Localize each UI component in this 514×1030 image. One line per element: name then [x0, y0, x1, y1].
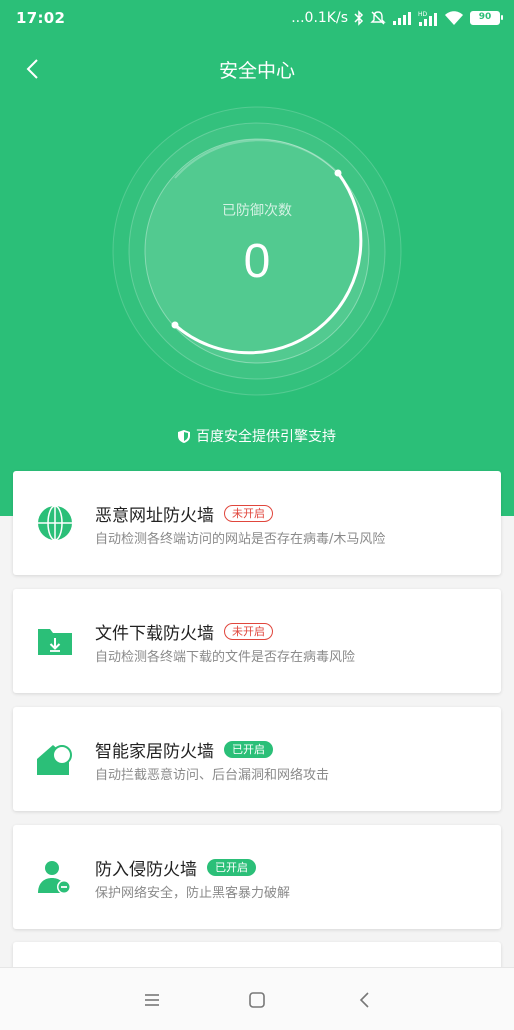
card-description: 保护网络安全，防止黑客暴力破解	[95, 886, 291, 901]
status-time: 17:02	[16, 9, 66, 27]
card-title-row: 智能家居防火墙 已开启	[95, 737, 273, 762]
network-speed: ...0.1K/s	[291, 10, 348, 26]
provider-note: 百度安全提供引擎支持	[0, 426, 514, 446]
system-nav-bar	[0, 967, 514, 1030]
card-description: 自动拦截恶意访问、后台漏洞和网络攻击	[95, 768, 330, 783]
card-title: 智能家居防火墙	[95, 742, 214, 762]
folder-download-icon	[38, 629, 72, 655]
home-icon	[249, 992, 265, 1008]
page-title: 安全中心	[218, 60, 295, 82]
card-description: 自动检测各终端访问的网站是否存在病毒/木马风险	[95, 532, 386, 547]
card-malicious-url-firewall[interactable]: 恶意网址防火墙 未开启 自动检测各终端访问的网站是否存在病毒/木马风险	[13, 471, 501, 575]
mute-icon	[370, 11, 386, 25]
battery-icon: 90	[470, 11, 503, 25]
svg-text:HD: HD	[418, 11, 428, 18]
status-badge: 已开启	[207, 859, 256, 876]
user-shield-icon	[38, 861, 71, 894]
nav-back-button[interactable]	[353, 988, 377, 1012]
nav-home-button[interactable]	[245, 988, 269, 1012]
signal-icon	[393, 12, 411, 25]
card-title-row: 恶意网址防火墙 未开启	[95, 501, 273, 526]
wifi-icon	[445, 11, 463, 25]
nav-menu-button[interactable]	[140, 988, 164, 1012]
card-file-download-firewall[interactable]: 文件下载防火墙 未开启 自动检测各终端下载的文件是否存在病毒风险	[13, 589, 501, 693]
status-icons: ...0.1K/s HD 90	[291, 8, 503, 28]
counter-label: 已防御次数	[222, 203, 292, 219]
card-title: 文件下载防火墙	[95, 624, 214, 644]
card-smart-home-firewall[interactable]: 智能家居防火墙 已开启 自动拦截恶意访问、后台漏洞和网络攻击	[13, 707, 501, 811]
card-intrusion-firewall[interactable]: 防入侵防火墙 已开启 保护网络安全，防止黑客暴力破解	[13, 825, 501, 929]
globe-icon	[38, 505, 72, 541]
card-title-row: 防入侵防火墙 已开启	[95, 855, 256, 880]
bluetooth-icon	[354, 10, 364, 26]
shield-icon	[178, 429, 190, 443]
hd-signal-icon: HD	[418, 11, 437, 26]
status-badge: 已开启	[224, 741, 273, 758]
status-bar: 17:02 ...0.1K/s HD 90	[0, 0, 514, 36]
smart-home-icon	[37, 745, 72, 775]
card-description: 自动检测各终端下载的文件是否存在病毒风险	[95, 650, 356, 665]
card-title: 恶意网址防火墙	[95, 506, 214, 526]
counter-value: 0	[243, 235, 271, 288]
status-badge: 未开启	[224, 505, 273, 522]
status-badge: 未开启	[224, 623, 273, 640]
card-title: 防入侵防火墙	[95, 860, 197, 880]
back-icon	[359, 992, 369, 1008]
provider-text: 百度安全提供引擎支持	[196, 429, 336, 445]
menu-icon	[145, 994, 159, 1006]
card-title-row: 文件下载防火墙 未开启	[95, 619, 273, 644]
